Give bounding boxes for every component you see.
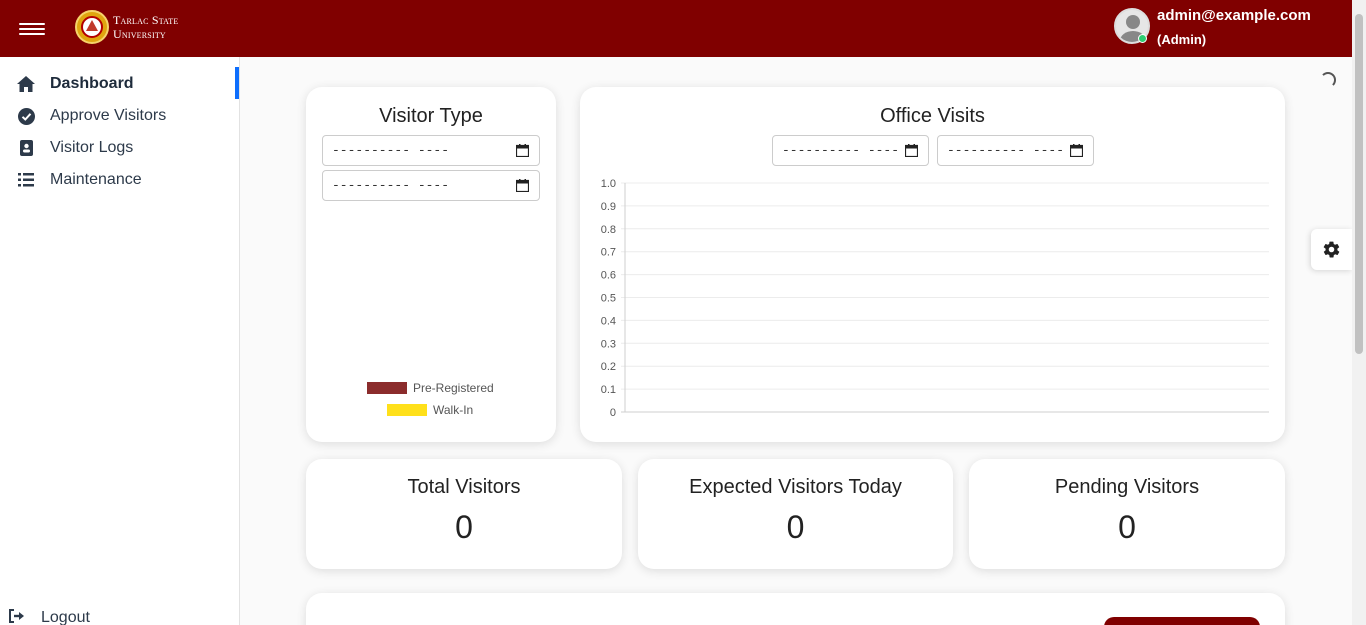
stat-card-pending-visitors: Pending Visitors 0 bbox=[969, 459, 1285, 569]
gear-icon bbox=[1323, 241, 1340, 258]
list-icon bbox=[17, 171, 35, 189]
y-tick-label: 0.1 bbox=[601, 384, 616, 396]
brand-line-2: University bbox=[113, 27, 166, 41]
stat-card-expected-visitors-today: Expected Visitors Today 0 bbox=[638, 459, 953, 569]
y-tick-label: 0.7 bbox=[601, 247, 616, 259]
sidebar-item-maintenance[interactable]: Maintenance bbox=[0, 164, 239, 196]
card-title: Visitor Type bbox=[379, 105, 483, 127]
sidebar: Dashboard Approve Visitors Visitor Logs … bbox=[0, 57, 240, 625]
y-tick-label: 0.6 bbox=[601, 270, 616, 282]
logout-button[interactable]: Logout bbox=[8, 607, 90, 625]
logout-label: Logout bbox=[41, 609, 90, 625]
user-email: admin@example.com bbox=[1157, 7, 1311, 24]
check-circle-icon bbox=[17, 107, 35, 125]
office-visits-chart: 1.0 0.9 0.8 0.7 0.6 0.5 0.4 0.3 0.2 0.1 0 bbox=[601, 178, 1269, 419]
office-visits-card: Office Visits ---------- ---- ----------… bbox=[580, 87, 1285, 442]
sidebar-item-approve-visitors[interactable]: Approve Visitors bbox=[0, 100, 239, 132]
user-role: (Admin) bbox=[1157, 32, 1207, 47]
stat-value: 0 bbox=[786, 509, 805, 545]
y-tick-label: 0.9 bbox=[601, 201, 616, 213]
online-status-indicator bbox=[1138, 34, 1147, 43]
settings-toggle-button[interactable] bbox=[1311, 229, 1352, 270]
visitor-type-date-to-input[interactable]: ---------- ---- bbox=[322, 170, 540, 201]
office-visits-date-to-input[interactable]: ---------- ---- bbox=[937, 135, 1094, 166]
legend-label: Pre-Registered bbox=[413, 381, 494, 395]
brand-line-1: Tarlac State bbox=[113, 13, 179, 27]
legend-item-walk-in[interactable]: Walk-In bbox=[387, 403, 473, 417]
brand-name: Tarlac State University bbox=[113, 13, 178, 41]
calendar-icon bbox=[516, 144, 529, 157]
visitor-type-date-from-input[interactable]: ---------- ---- bbox=[322, 135, 540, 166]
stat-value: 0 bbox=[455, 509, 473, 545]
y-tick-label: 1.0 bbox=[601, 178, 616, 190]
date-input-value: ---------- ---- bbox=[782, 143, 900, 158]
page-scrollbar[interactable] bbox=[1352, 0, 1366, 625]
top-navbar: Tarlac State University admin@example.co… bbox=[0, 0, 1352, 57]
stat-title: Total Visitors bbox=[407, 476, 521, 498]
sidebar-item-label: Dashboard bbox=[50, 75, 134, 92]
sidebar-item-label: Approve Visitors bbox=[50, 107, 167, 124]
hamburger-menu-icon[interactable] bbox=[19, 19, 46, 37]
calendar-icon bbox=[516, 179, 529, 192]
sidebar-item-dashboard[interactable]: Dashboard bbox=[0, 68, 239, 100]
sidebar-item-label: Maintenance bbox=[50, 171, 142, 188]
stat-title: Pending Visitors bbox=[1054, 476, 1200, 498]
bottom-action-button[interactable] bbox=[1104, 617, 1260, 625]
legend-swatch bbox=[387, 404, 427, 416]
y-tick-label: 0.8 bbox=[601, 224, 616, 236]
scrollbar-thumb[interactable] bbox=[1355, 14, 1363, 354]
calendar-icon bbox=[1070, 144, 1083, 157]
legend-item-pre-registered[interactable]: Pre-Registered bbox=[367, 381, 494, 395]
y-tick-label: 0.2 bbox=[601, 361, 616, 373]
y-tick-label: 0.5 bbox=[601, 293, 616, 305]
card-title: Office Visits bbox=[880, 105, 985, 127]
stat-value: 0 bbox=[1118, 509, 1136, 545]
y-tick-label: 0.3 bbox=[601, 338, 616, 350]
office-visits-date-from-input[interactable]: ---------- ---- bbox=[772, 135, 929, 166]
visitor-type-card: Visitor Type ---------- ---- ---------- … bbox=[306, 87, 556, 442]
date-input-value: ---------- ---- bbox=[332, 143, 450, 158]
logout-icon bbox=[8, 608, 25, 625]
stat-title: Expected Visitors Today bbox=[689, 476, 902, 498]
date-input-value: ---------- ---- bbox=[947, 143, 1065, 158]
legend-label: Walk-In bbox=[433, 403, 474, 417]
y-tick-label: 0 bbox=[610, 407, 616, 419]
stat-card-total-visitors: Total Visitors 0 bbox=[306, 459, 622, 569]
sidebar-item-label: Visitor Logs bbox=[50, 139, 134, 156]
loading-spinner-icon bbox=[1320, 72, 1336, 88]
legend-swatch bbox=[367, 382, 407, 394]
contact-book-icon bbox=[17, 139, 35, 157]
home-icon bbox=[17, 75, 35, 93]
calendar-icon bbox=[905, 144, 918, 157]
y-tick-label: 0.4 bbox=[601, 315, 616, 327]
date-input-value: ---------- ---- bbox=[332, 178, 450, 193]
sidebar-item-visitor-logs[interactable]: Visitor Logs bbox=[0, 132, 239, 164]
university-logo bbox=[75, 10, 109, 44]
